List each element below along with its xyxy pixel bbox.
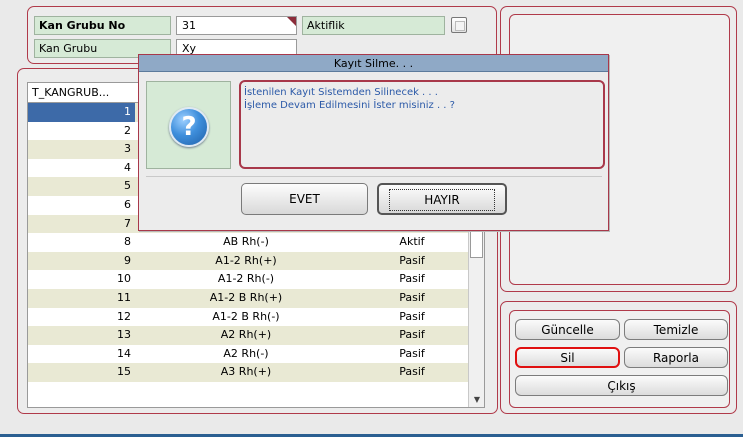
- status-cell: Pasif: [399, 365, 425, 379]
- kan-grubu-no-field[interactable]: 31: [176, 16, 297, 35]
- row-number-cell: 10: [117, 272, 131, 286]
- dialog-icon-box: ?: [146, 81, 231, 169]
- required-marker-icon: [287, 17, 296, 26]
- row-number-cell: 13: [117, 328, 131, 342]
- row-number-cell: 1: [28, 103, 135, 122]
- aktiflik-label: Aktiflik: [302, 16, 445, 35]
- kan-grubu-no-label: Kan Grubu No: [34, 16, 171, 35]
- blood-group-name-cell: A1-2 Rh(-): [217, 272, 275, 286]
- row-number-cell: 15: [117, 365, 131, 379]
- table-row[interactable]: 10 A1-2 Rh(-) Pasif: [28, 270, 484, 289]
- row-number-cell: 12: [117, 309, 131, 323]
- status-cell: Pasif: [399, 346, 425, 360]
- table-row[interactable]: 12 A1-2 B Rh(-) Pasif: [28, 307, 484, 327]
- row-number-cell: 4: [124, 160, 131, 174]
- blood-group-name-cell: A2 Rh(-): [223, 346, 269, 360]
- table-row[interactable]: 9 A1-2 Rh(+) Pasif: [28, 251, 484, 271]
- aktiflik-checkbox[interactable]: [451, 17, 467, 33]
- question-icon: ?: [169, 107, 209, 147]
- scroll-down-arrow-icon[interactable]: ▼: [469, 395, 484, 404]
- row-number-cell: 11: [117, 290, 131, 304]
- kan-grubu-no-value: 31: [182, 19, 196, 32]
- column-header-t-kangrub[interactable]: T_KANGRUB...: [32, 86, 109, 99]
- raporla-button[interactable]: Raporla: [624, 347, 728, 368]
- dialog-message: İstenilen Kayıt Sistemden Silinecek . . …: [239, 80, 605, 169]
- table-row[interactable]: 15 A3 Rh(+) Pasif: [28, 363, 484, 382]
- app-window: Kan Grubu No 31 Aktiflik Kan Grubu Xy T_…: [0, 0, 743, 437]
- cikis-button[interactable]: Çıkış: [515, 375, 728, 396]
- blood-group-name-cell: A1-2 Rh(+): [215, 253, 277, 267]
- row-number-cell: 8: [124, 235, 131, 249]
- status-cell: Pasif: [399, 309, 425, 323]
- table-row[interactable]: 11 A1-2 B Rh(+) Pasif: [28, 288, 484, 308]
- hayir-button-label: HAYIR: [389, 189, 495, 211]
- row-number-cell: 2: [124, 123, 131, 137]
- status-cell: Pasif: [399, 290, 425, 304]
- status-cell: Aktif: [399, 235, 425, 249]
- guncelle-button[interactable]: Güncelle: [515, 319, 620, 340]
- temizle-button[interactable]: Temizle: [624, 319, 728, 340]
- table-row[interactable]: 8 AB Rh(-) Aktif: [28, 233, 484, 252]
- dialog-message-line2: İşleme Devam Edilmesini İster misiniz . …: [244, 100, 455, 111]
- table-row[interactable]: 14 A2 Rh(-) Pasif: [28, 344, 484, 364]
- sil-button[interactable]: Sil: [515, 347, 620, 368]
- delete-confirm-dialog: Kayıt Silme. . . ? İstenilen Kayıt Siste…: [138, 54, 609, 231]
- row-number-cell: 9: [124, 253, 131, 267]
- blood-group-name-cell: A1-2 B Rh(+): [209, 290, 283, 304]
- dialog-separator: [146, 176, 602, 177]
- status-cell: Pasif: [399, 328, 425, 342]
- row-number-cell: 5: [124, 179, 131, 193]
- status-cell: Pasif: [399, 272, 425, 286]
- row-number-cell: 14: [117, 346, 131, 360]
- row-number-cell: 7: [124, 216, 131, 230]
- blood-group-name-cell: AB Rh(-): [223, 235, 269, 249]
- hayir-button[interactable]: HAYIR: [377, 183, 507, 215]
- evet-button[interactable]: EVET: [241, 183, 368, 215]
- blood-group-name-cell: A2 Rh(+): [220, 328, 272, 342]
- row-number-cell: 3: [124, 142, 131, 156]
- table-row[interactable]: 13 A2 Rh(+) Pasif: [28, 326, 484, 345]
- blood-group-name-cell: A1-2 B Rh(-): [212, 309, 280, 323]
- dialog-message-line1: İstenilen Kayıt Sistemden Silinecek . . …: [244, 87, 438, 98]
- blood-group-name-cell: A3 Rh(+): [220, 365, 272, 379]
- status-cell: Pasif: [399, 253, 425, 267]
- dialog-title[interactable]: Kayıt Silme. . .: [139, 55, 608, 72]
- row-number-cell: 6: [124, 197, 131, 211]
